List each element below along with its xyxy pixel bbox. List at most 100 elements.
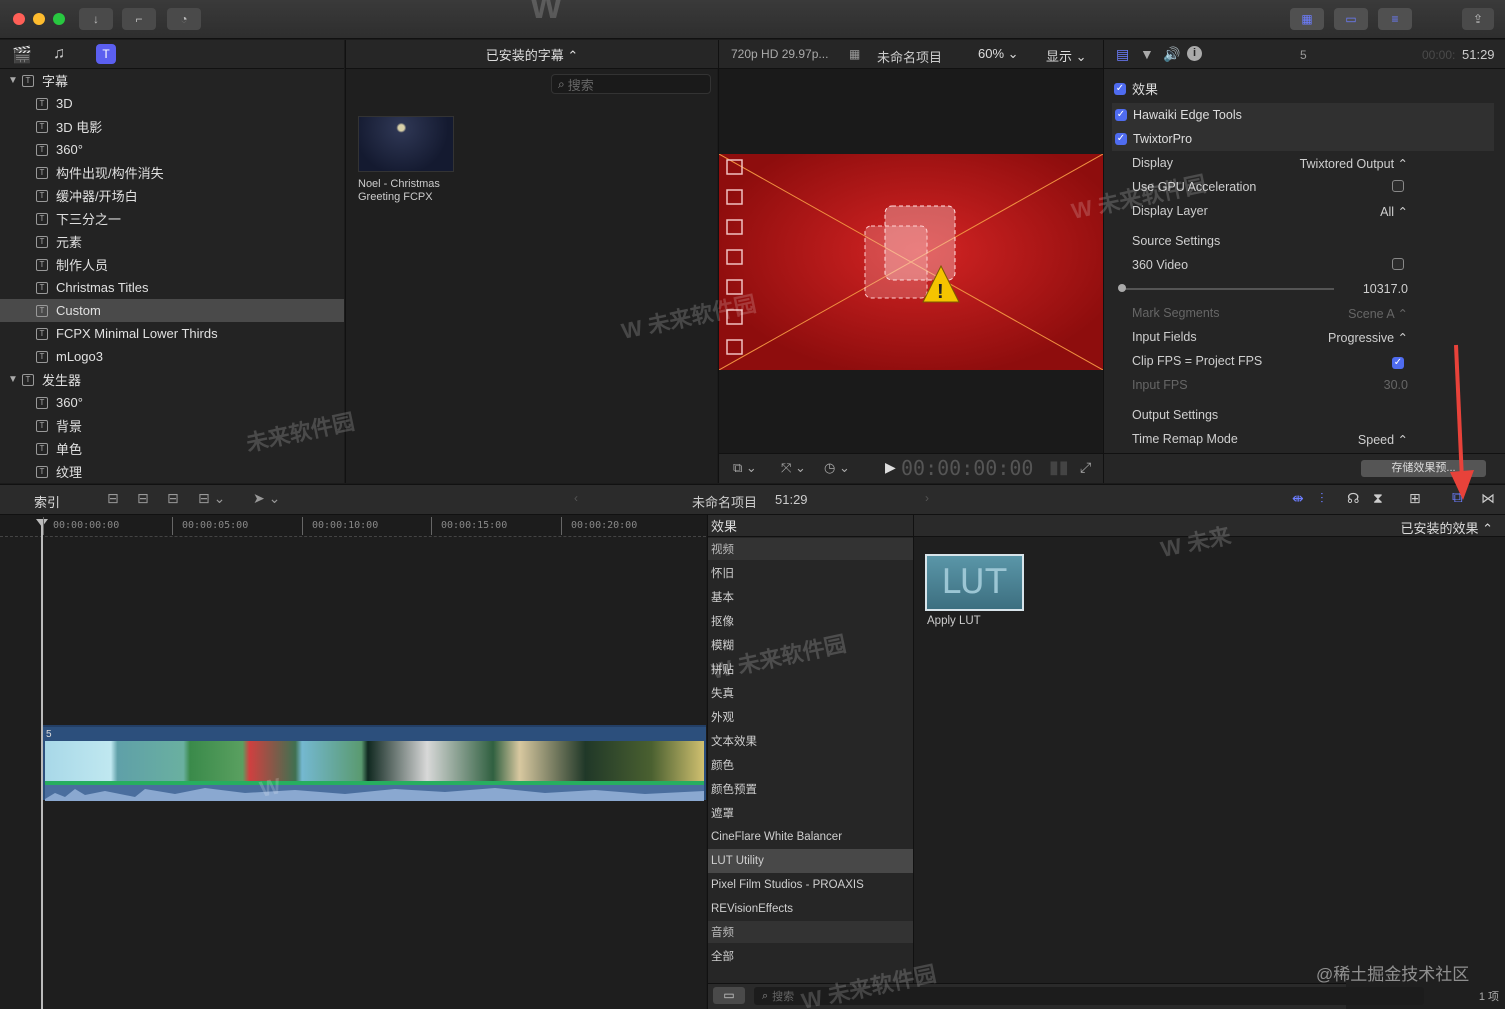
- viewer-format[interactable]: 720p HD 29.97p...: [731, 47, 828, 61]
- param-checkbox[interactable]: [1392, 257, 1404, 270]
- effects-category-item[interactable]: 遮罩: [708, 801, 914, 825]
- effects-category-item[interactable]: CineFlare White Balancer: [708, 825, 914, 849]
- sidebar-item[interactable]: TmLogo3: [0, 345, 344, 368]
- sidebar-item[interactable]: T Christmas Titles: [0, 276, 344, 299]
- param-checkbox-wrap[interactable]: ✓: [1392, 354, 1404, 369]
- keywords-key-icon[interactable]: ⌐: [122, 8, 156, 30]
- photos-audio-icon[interactable]: ♫: [53, 45, 65, 63]
- history-forward-icon[interactable]: ›: [925, 491, 929, 505]
- overwrite-clip-icon[interactable]: ⊟ ⌄: [198, 490, 225, 507]
- effects-category-item[interactable]: 颜色: [708, 753, 914, 777]
- param-value[interactable]: Progressive ⌃: [1328, 330, 1408, 345]
- sidebar-item[interactable]: T FCPX Minimal Lower Thirds: [0, 322, 344, 345]
- effects-category-item[interactable]: 模糊: [708, 633, 914, 657]
- inspector-row[interactable]: ✓ Hawaiki Edge Tools: [1112, 103, 1494, 127]
- import-download-icon[interactable]: ↓: [79, 8, 113, 30]
- snapping-icon[interactable]: ⧗: [1373, 490, 1383, 507]
- sidebar-item[interactable]: T 3D: [0, 92, 344, 115]
- effects-category-item[interactable]: 基本: [708, 585, 914, 609]
- video-preview[interactable]: !: [719, 154, 1103, 370]
- sidebar-item[interactable]: T 纹理: [0, 460, 344, 483]
- effects-category-item[interactable]: 颜色预置: [708, 777, 914, 801]
- sidebar-item[interactable]: T 下三分之一: [0, 207, 344, 230]
- inspector-row[interactable]: Output Settings: [1112, 403, 1494, 427]
- show-browser-grid-icon[interactable]: ▦: [1290, 8, 1324, 30]
- effects-category-header[interactable]: 视频: [708, 538, 914, 560]
- effects-category-item[interactable]: 拼贴: [708, 657, 914, 681]
- play-icon[interactable]: ▶: [885, 459, 896, 476]
- zoom-window-button[interactable]: [53, 13, 65, 25]
- inspector-row[interactable]: 360 Video: [1112, 253, 1494, 277]
- param-value[interactable]: Twixtored Output ⌃: [1300, 156, 1408, 171]
- storyline-clip[interactable]: 5: [43, 725, 706, 801]
- search-input[interactable]: ⌕ 搜索: [551, 74, 711, 94]
- slider-knob[interactable]: [1118, 284, 1126, 292]
- apply-lut-thumbnail[interactable]: LUT: [925, 554, 1024, 611]
- background-tasks-clock-icon[interactable]: ◔: [167, 8, 201, 30]
- param-checkbox[interactable]: [1392, 179, 1404, 192]
- param-checkbox[interactable]: ✓: [1392, 356, 1404, 369]
- select-tool-arrow-icon[interactable]: ➤ ⌄: [253, 490, 280, 507]
- effects-category-item[interactable]: 外观: [708, 705, 914, 729]
- transform-icon[interactable]: ⤧ ⌄: [781, 460, 806, 476]
- sidebar-item[interactable]: T 元素: [0, 230, 344, 253]
- param-checkbox-wrap[interactable]: [1392, 257, 1404, 273]
- inspector-row[interactable]: Use GPU Acceleration: [1112, 175, 1494, 199]
- connect-clip-icon[interactable]: ⊟: [107, 490, 119, 507]
- transitions-browser-icon[interactable]: ⋈: [1481, 490, 1495, 507]
- inspector-row[interactable]: Display Layer All ⌃: [1112, 199, 1494, 223]
- viewer-layout-icon[interactable]: ⧉ ⌄: [733, 460, 757, 476]
- clip-thumbnail[interactable]: [358, 116, 454, 172]
- sidebar-item[interactable]: T 背景: [0, 414, 344, 437]
- audio-inspector-icon[interactable]: 🔊: [1163, 46, 1180, 63]
- timeline-index-button[interactable]: 索引: [34, 492, 60, 511]
- param-value[interactable]: Scene A ⌃: [1348, 306, 1408, 321]
- inspector-row[interactable]: ✓ TwixtorPro: [1112, 127, 1494, 151]
- audio-skimming-icon[interactable]: ⫶: [1320, 490, 1324, 507]
- param-value[interactable]: Speed ⌃: [1358, 432, 1408, 447]
- effects-header[interactable]: ✓ 效果: [1114, 79, 1158, 98]
- sidebar-item[interactable]: T 缓冲器/开场白: [0, 184, 344, 207]
- effects-category-header[interactable]: 音频: [708, 921, 914, 943]
- effects-category-item[interactable]: 失真: [708, 681, 914, 705]
- sidebar-section-0[interactable]: ▼ T 字幕: [0, 69, 344, 92]
- effects-category-item[interactable]: 文本效果: [708, 729, 914, 753]
- param-value[interactable]: 10317.0: [1363, 282, 1408, 296]
- effects-category-item[interactable]: Pixel Film Studios - PROAXIS: [708, 873, 914, 897]
- fullscreen-icon[interactable]: ⤢: [1080, 459, 1091, 476]
- clapper-icon[interactable]: 🎬: [12, 45, 32, 65]
- inspector-row[interactable]: Time Remap Mode Speed ⌃: [1112, 427, 1494, 451]
- solo-headphones-icon[interactable]: ☊: [1347, 490, 1359, 507]
- disclosure-triangle-icon[interactable]: ▼: [8, 75, 22, 86]
- inspector-row[interactable]: Input Fields Progressive ⌃: [1112, 325, 1494, 349]
- sidebar-item[interactable]: T 构件出现/构件消失: [0, 161, 344, 184]
- inspector-row[interactable]: Mark Segments Scene A ⌃: [1112, 301, 1494, 325]
- video-inspector-icon[interactable]: ▤: [1116, 46, 1129, 63]
- sidebar-toggle-icon[interactable]: ▭: [713, 987, 745, 1004]
- titles-generators-icon[interactable]: T: [96, 44, 116, 64]
- disclosure-triangle-icon[interactable]: ▼: [8, 374, 22, 385]
- share-icon[interactable]: ⇪: [1462, 8, 1494, 30]
- installed-titles-dropdown[interactable]: 已安装的字幕 ⌃: [486, 45, 579, 64]
- param-value[interactable]: All ⌃: [1380, 204, 1408, 219]
- inspector-row[interactable]: Display Twixtored Output ⌃: [1112, 151, 1494, 175]
- sidebar-item[interactable]: T Custom: [0, 299, 344, 322]
- param-slider[interactable]: [1120, 288, 1334, 290]
- effect-enable-checkbox[interactable]: ✓: [1115, 109, 1127, 121]
- effects-search-input[interactable]: ⌕ 搜索: [754, 987, 1424, 1005]
- effect-enable-checkbox[interactable]: ✓: [1115, 133, 1127, 145]
- close-window-button[interactable]: [13, 13, 25, 25]
- effects-checkbox[interactable]: ✓: [1114, 82, 1126, 95]
- show-inspector-sliders-icon[interactable]: ≡: [1378, 8, 1412, 30]
- installed-effects-dropdown[interactable]: 已安装的效果 ⌃: [1400, 518, 1493, 537]
- color-inspector-icon[interactable]: ▼: [1140, 46, 1154, 62]
- effects-category-item[interactable]: 全部: [708, 944, 914, 968]
- clip-appearance-icon[interactable]: ⊞: [1409, 490, 1421, 507]
- effects-category-item[interactable]: LUT Utility: [708, 849, 914, 873]
- param-value[interactable]: 30.0: [1384, 378, 1408, 392]
- inspector-row[interactable]: Input FPS 30.0: [1112, 373, 1494, 397]
- sidebar-item[interactable]: T 360°: [0, 391, 344, 414]
- history-back-icon[interactable]: ‹: [574, 491, 578, 505]
- append-clip-icon[interactable]: ⊟: [167, 490, 179, 507]
- zoom-dropdown[interactable]: 60% ⌄: [978, 46, 1019, 62]
